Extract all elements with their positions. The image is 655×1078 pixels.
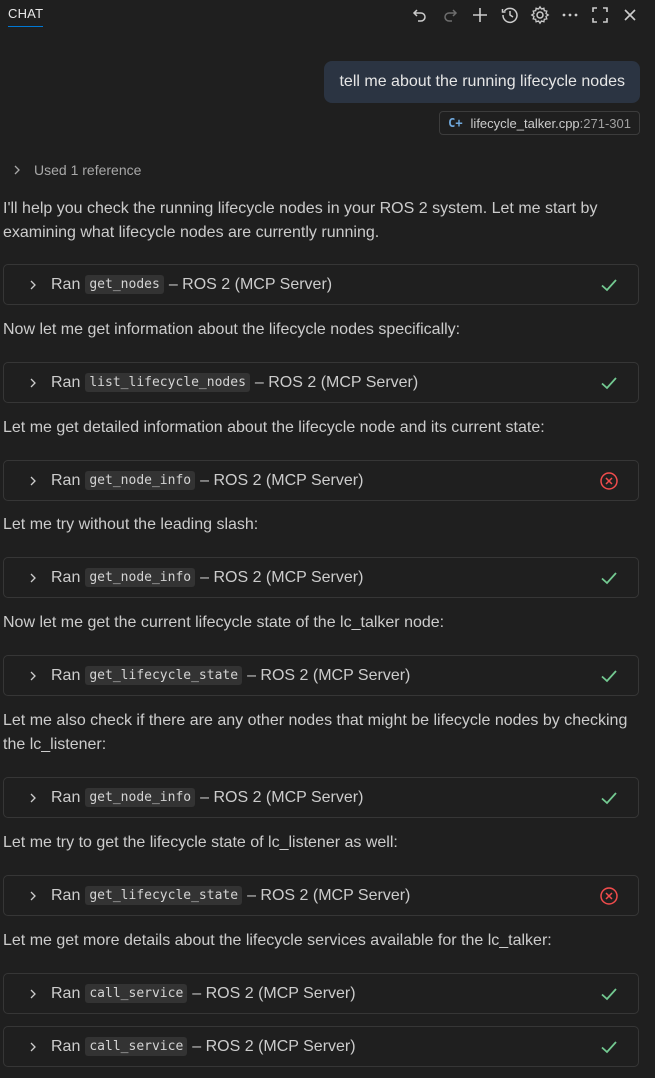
cpp-file-icon: C+ xyxy=(448,116,463,130)
tool-server-label: – ROS 2 (MCP Server) xyxy=(247,886,411,904)
tab-active-indicator xyxy=(8,26,44,27)
error-circle-icon xyxy=(600,887,618,905)
tool-name: get_node_info xyxy=(85,471,196,490)
used-references-toggle[interactable]: Used 1 reference xyxy=(12,162,141,178)
history-button[interactable] xyxy=(495,2,525,28)
tool-call-ran-label: Ran xyxy=(51,788,81,806)
success-check-icon xyxy=(601,377,617,390)
close-button[interactable] xyxy=(615,2,645,28)
success-check-icon xyxy=(601,1041,617,1054)
tool-call-ran-label: Ran xyxy=(51,471,81,489)
tool-name: call_service xyxy=(85,1037,188,1056)
gear-icon xyxy=(530,5,550,25)
tool-call-ran-label: Ran xyxy=(51,568,81,586)
chevron-right-icon xyxy=(14,165,20,175)
success-check-icon xyxy=(601,279,617,292)
attachment-filename: lifecycle_talker.cpp xyxy=(470,115,580,131)
tool-call-row[interactable]: Ran get_lifecycle_state – ROS 2 (MCP Ser… xyxy=(3,875,639,916)
maximize-button[interactable] xyxy=(585,2,615,28)
tool-call-row[interactable]: Ran get_node_info – ROS 2 (MCP Server) xyxy=(3,557,639,598)
chat-header: CHAT xyxy=(0,0,655,30)
tool-call-row[interactable]: Ran call_service – ROS 2 (MCP Server) xyxy=(3,973,639,1014)
attachment-range: :271-301 xyxy=(579,115,631,131)
tool-call-ran-label: Ran xyxy=(51,275,81,293)
undo-button[interactable] xyxy=(405,2,435,28)
user-message-bubble[interactable]: tell me about the running lifecycle node… xyxy=(324,61,640,103)
tool-name: get_node_info xyxy=(85,788,196,807)
tool-call-ran-label: Ran xyxy=(51,984,81,1002)
assistant-text: Now let me get information about the lif… xyxy=(3,321,461,338)
undo-icon xyxy=(412,9,426,22)
settings-button[interactable] xyxy=(525,2,555,28)
history-icon xyxy=(501,7,518,24)
chevron-right-icon xyxy=(30,891,36,900)
tool-call-ran-label: Ran xyxy=(51,1037,81,1055)
attachment-chip[interactable]: C+ lifecycle_talker.cpp:271-301 xyxy=(439,111,640,135)
redo-icon xyxy=(444,9,458,22)
tool-server-label: – ROS 2 (MCP Server) xyxy=(200,788,364,806)
assistant-text: Let me get more details about the lifecy… xyxy=(3,932,552,949)
tool-call-row[interactable]: Ran get_node_info – ROS 2 (MCP Server) xyxy=(3,777,639,818)
success-check-icon xyxy=(601,572,617,585)
used-references-label: Used 1 reference xyxy=(34,162,142,178)
chevron-right-icon xyxy=(30,989,36,998)
tool-name: get_lifecycle_state xyxy=(85,886,243,905)
success-check-icon xyxy=(601,792,617,805)
plus-icon xyxy=(473,8,487,22)
chevron-right-icon xyxy=(30,793,36,802)
assistant-text: Let me get detailed information about th… xyxy=(3,419,545,436)
tool-name: get_lifecycle_state xyxy=(85,666,243,685)
tool-call-row[interactable]: Ran get_node_info – ROS 2 (MCP Server) xyxy=(3,460,639,501)
tab-chat-label: CHAT xyxy=(8,6,44,21)
tool-server-label: – ROS 2 (MCP Server) xyxy=(254,373,419,391)
maximize-icon xyxy=(592,7,608,23)
more-icon xyxy=(562,13,578,17)
assistant-text: Let me try to get the lifecycle state of… xyxy=(3,834,398,851)
tool-server-label: – ROS 2 (MCP Server) xyxy=(200,471,364,489)
tool-call-ran-label: Ran xyxy=(51,886,81,904)
chevron-right-icon xyxy=(30,476,36,485)
chevron-right-icon xyxy=(30,573,36,582)
chevron-right-icon xyxy=(30,280,36,289)
tool-name: get_nodes xyxy=(85,275,164,294)
user-message-text: tell me about the running lifecycle node… xyxy=(339,73,625,90)
tool-name: call_service xyxy=(85,984,188,1003)
tool-server-label: – ROS 2 (MCP Server) xyxy=(192,1037,356,1055)
tool-server-label: – ROS 2 (MCP Server) xyxy=(247,666,411,684)
tool-name: get_node_info xyxy=(85,568,196,587)
tool-call-row[interactable]: Ran get_lifecycle_state – ROS 2 (MCP Ser… xyxy=(3,655,639,696)
tool-name: list_lifecycle_nodes xyxy=(85,373,250,392)
tool-server-label: – ROS 2 (MCP Server) xyxy=(192,984,356,1002)
assistant-text: Let me also check if there are any other… xyxy=(3,712,628,753)
tool-call-ran-label: Ran xyxy=(51,666,81,684)
chevron-right-icon xyxy=(30,671,36,680)
tab-chat[interactable]: CHAT xyxy=(8,6,44,27)
assistant-text: I'll help you check the running lifecycl… xyxy=(3,200,598,241)
close-icon xyxy=(624,9,636,21)
tool-call-row[interactable]: Ran list_lifecycle_nodes – ROS 2 (MCP Se… xyxy=(3,362,639,403)
success-check-icon xyxy=(601,670,617,683)
tool-call-ran-label: Ran xyxy=(51,373,81,391)
assistant-text: Now let me get the current lifecycle sta… xyxy=(3,614,445,631)
chat-toolbar xyxy=(405,2,645,28)
redo-button[interactable] xyxy=(435,2,465,28)
tool-call-row[interactable]: Ran get_nodes – ROS 2 (MCP Server) xyxy=(3,264,639,305)
success-check-icon xyxy=(601,988,617,1001)
tool-server-label: – ROS 2 (MCP Server) xyxy=(200,568,364,586)
more-actions-button[interactable] xyxy=(555,2,585,28)
assistant-text: Let me try without the leading slash: xyxy=(3,516,259,533)
new-chat-button[interactable] xyxy=(465,2,495,28)
chevron-right-icon xyxy=(30,378,36,387)
chevron-right-icon xyxy=(30,1042,36,1051)
tool-server-label: – ROS 2 (MCP Server) xyxy=(168,275,333,293)
error-circle-icon xyxy=(600,472,618,490)
tool-call-row[interactable]: Ran call_service – ROS 2 (MCP Server) xyxy=(3,1026,639,1067)
